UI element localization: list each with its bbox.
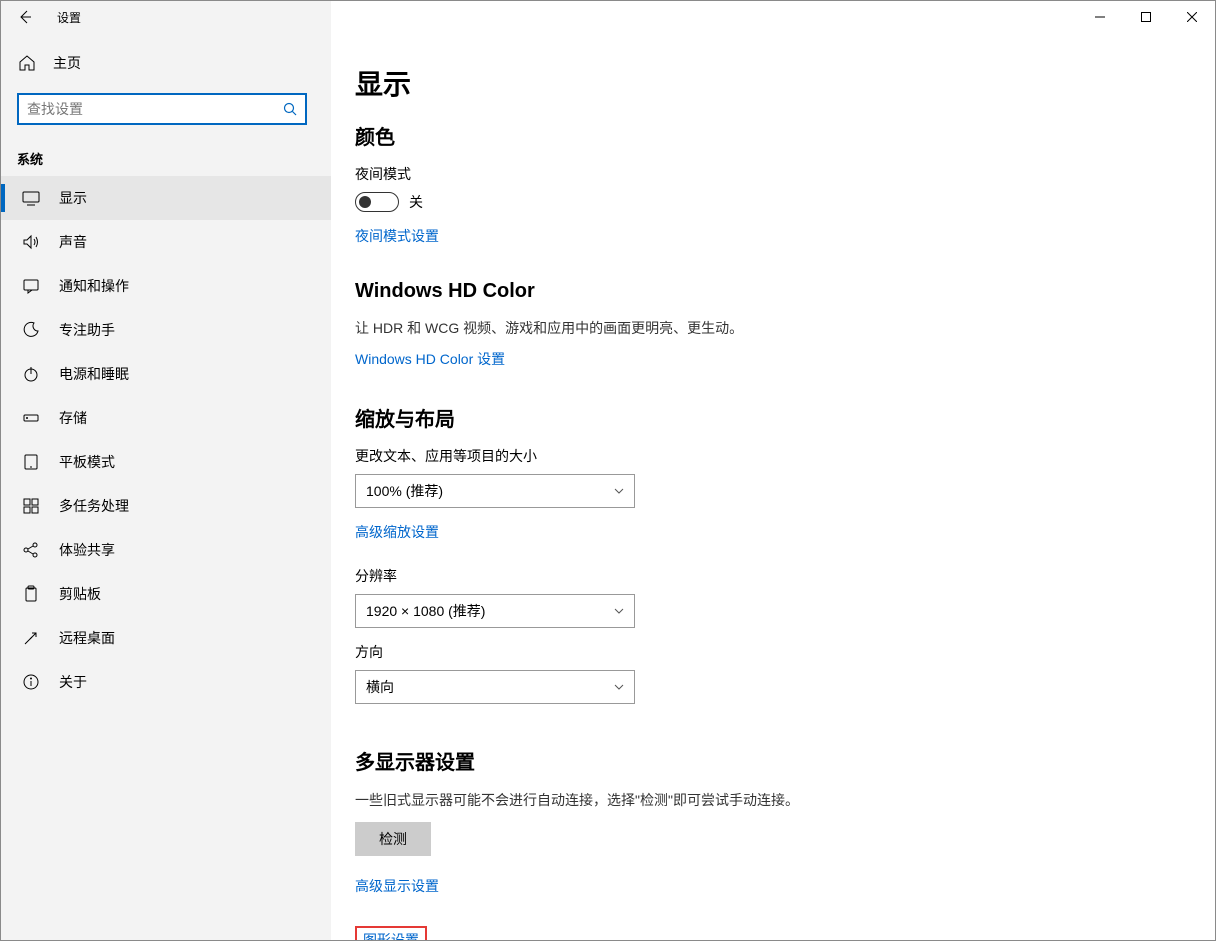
multitask-icon (21, 496, 41, 516)
sidebar-item-label: 显示 (59, 188, 87, 208)
sidebar-group-system: 系统 (1, 139, 331, 176)
title-bar-right (331, 1, 1215, 33)
notify-icon (21, 276, 41, 296)
sidebar-item-sound[interactable]: 声音 (1, 220, 331, 264)
close-button[interactable] (1169, 1, 1215, 33)
sidebar-item-label: 平板模式 (59, 452, 115, 472)
orientation-select[interactable]: 横向 (355, 670, 635, 704)
minimize-icon (1095, 12, 1105, 22)
sidebar-item-remote[interactable]: 远程桌面 (1, 616, 331, 660)
search-wrap (1, 93, 331, 139)
sidebar-item-power[interactable]: 电源和睡眠 (1, 352, 331, 396)
sidebar-item-notifications[interactable]: 通知和操作 (1, 264, 331, 308)
title-bar: 设置 (1, 1, 1215, 33)
back-button[interactable] (1, 1, 49, 33)
share-icon (21, 540, 41, 560)
close-icon (1187, 12, 1197, 22)
tablet-icon (21, 452, 41, 472)
sidebar-item-label: 声音 (59, 232, 87, 252)
advanced-scale-link[interactable]: 高级缩放设置 (355, 522, 439, 542)
about-icon (21, 672, 41, 692)
search-box[interactable] (17, 93, 307, 125)
sidebar-item-focus[interactable]: 专注助手 (1, 308, 331, 352)
clipboard-icon (21, 584, 41, 604)
resolution-value: 1920 × 1080 (推荐) (366, 601, 485, 621)
section-multi: 多显示器设置 (355, 746, 1175, 775)
resolution-label: 分辨率 (355, 566, 1175, 586)
home-link[interactable]: 主页 (1, 43, 331, 83)
sidebar-item-label: 多任务处理 (59, 496, 129, 516)
detect-button[interactable]: 检测 (355, 822, 431, 856)
sidebar: 主页 系统 显示 声音 通 (1, 33, 331, 940)
scale-select[interactable]: 100% (推荐) (355, 474, 635, 508)
night-light-settings-link[interactable]: 夜间模式设置 (355, 226, 439, 246)
graphics-link[interactable]: 图形设置 (363, 930, 419, 940)
chevron-down-icon (614, 608, 624, 614)
home-label: 主页 (53, 53, 81, 73)
sidebar-item-label: 体验共享 (59, 540, 115, 560)
sidebar-item-multitask[interactable]: 多任务处理 (1, 484, 331, 528)
sidebar-item-about[interactable]: 关于 (1, 660, 331, 704)
sidebar-item-storage[interactable]: 存储 (1, 396, 331, 440)
chevron-down-icon (614, 684, 624, 690)
scale-label: 更改文本、应用等项目的大小 (355, 446, 1175, 466)
sidebar-item-label: 存储 (59, 408, 87, 428)
settings-window: 设置 主页 (0, 0, 1216, 941)
sidebar-item-clipboard[interactable]: 剪贴板 (1, 572, 331, 616)
advanced-display-link[interactable]: 高级显示设置 (355, 876, 439, 896)
storage-icon (21, 408, 41, 428)
home-icon (17, 53, 37, 73)
sidebar-item-display[interactable]: 显示 (1, 176, 331, 220)
main-content: 显示 颜色 夜间模式 关 夜间模式设置 Windows HD Color 让 H… (331, 33, 1215, 940)
resolution-select[interactable]: 1920 × 1080 (推荐) (355, 594, 635, 628)
focus-icon (21, 320, 41, 340)
sound-icon (21, 232, 41, 252)
night-light-toggle-row: 关 (355, 192, 1175, 212)
section-hdcolor: Windows HD Color (355, 280, 1175, 303)
scale-value: 100% (推荐) (366, 481, 443, 501)
power-icon (21, 364, 41, 384)
back-arrow-icon (17, 9, 33, 25)
maximize-icon (1141, 12, 1151, 22)
sidebar-item-shared[interactable]: 体验共享 (1, 528, 331, 572)
hdcolor-desc: 让 HDR 和 WCG 视频、游戏和应用中的画面更明亮、更生动。 (355, 317, 1175, 339)
sidebar-item-label: 专注助手 (59, 320, 115, 340)
section-scale: 缩放与布局 (355, 403, 1175, 432)
window-body: 主页 系统 显示 声音 通 (1, 33, 1215, 940)
sidebar-item-label: 关于 (59, 672, 87, 692)
window-title: 设置 (49, 9, 81, 26)
search-icon (283, 102, 297, 116)
sidebar-item-label: 远程桌面 (59, 628, 115, 648)
sidebar-item-label: 电源和睡眠 (59, 364, 129, 384)
sidebar-item-tablet[interactable]: 平板模式 (1, 440, 331, 484)
page-title: 显示 (355, 63, 1175, 103)
section-color: 颜色 (355, 121, 1175, 150)
night-light-toggle[interactable] (355, 192, 399, 212)
sidebar-item-label: 通知和操作 (59, 276, 129, 296)
title-bar-left: 设置 (1, 1, 331, 33)
sidebar-item-label: 剪贴板 (59, 584, 101, 604)
maximize-button[interactable] (1123, 1, 1169, 33)
minimize-button[interactable] (1077, 1, 1123, 33)
remote-icon (21, 628, 41, 648)
orientation-value: 横向 (366, 677, 394, 697)
graphics-link-highlight: 图形设置 (355, 926, 427, 940)
night-light-state: 关 (409, 192, 423, 212)
orientation-label: 方向 (355, 642, 1175, 662)
chevron-down-icon (614, 488, 624, 494)
hdcolor-link[interactable]: Windows HD Color 设置 (355, 349, 505, 369)
night-light-label: 夜间模式 (355, 164, 1175, 184)
display-icon (21, 188, 41, 208)
search-input[interactable] (27, 101, 283, 117)
multi-desc: 一些旧式显示器可能不会进行自动连接，选择"检测"即可尝试手动连接。 (355, 789, 1175, 811)
